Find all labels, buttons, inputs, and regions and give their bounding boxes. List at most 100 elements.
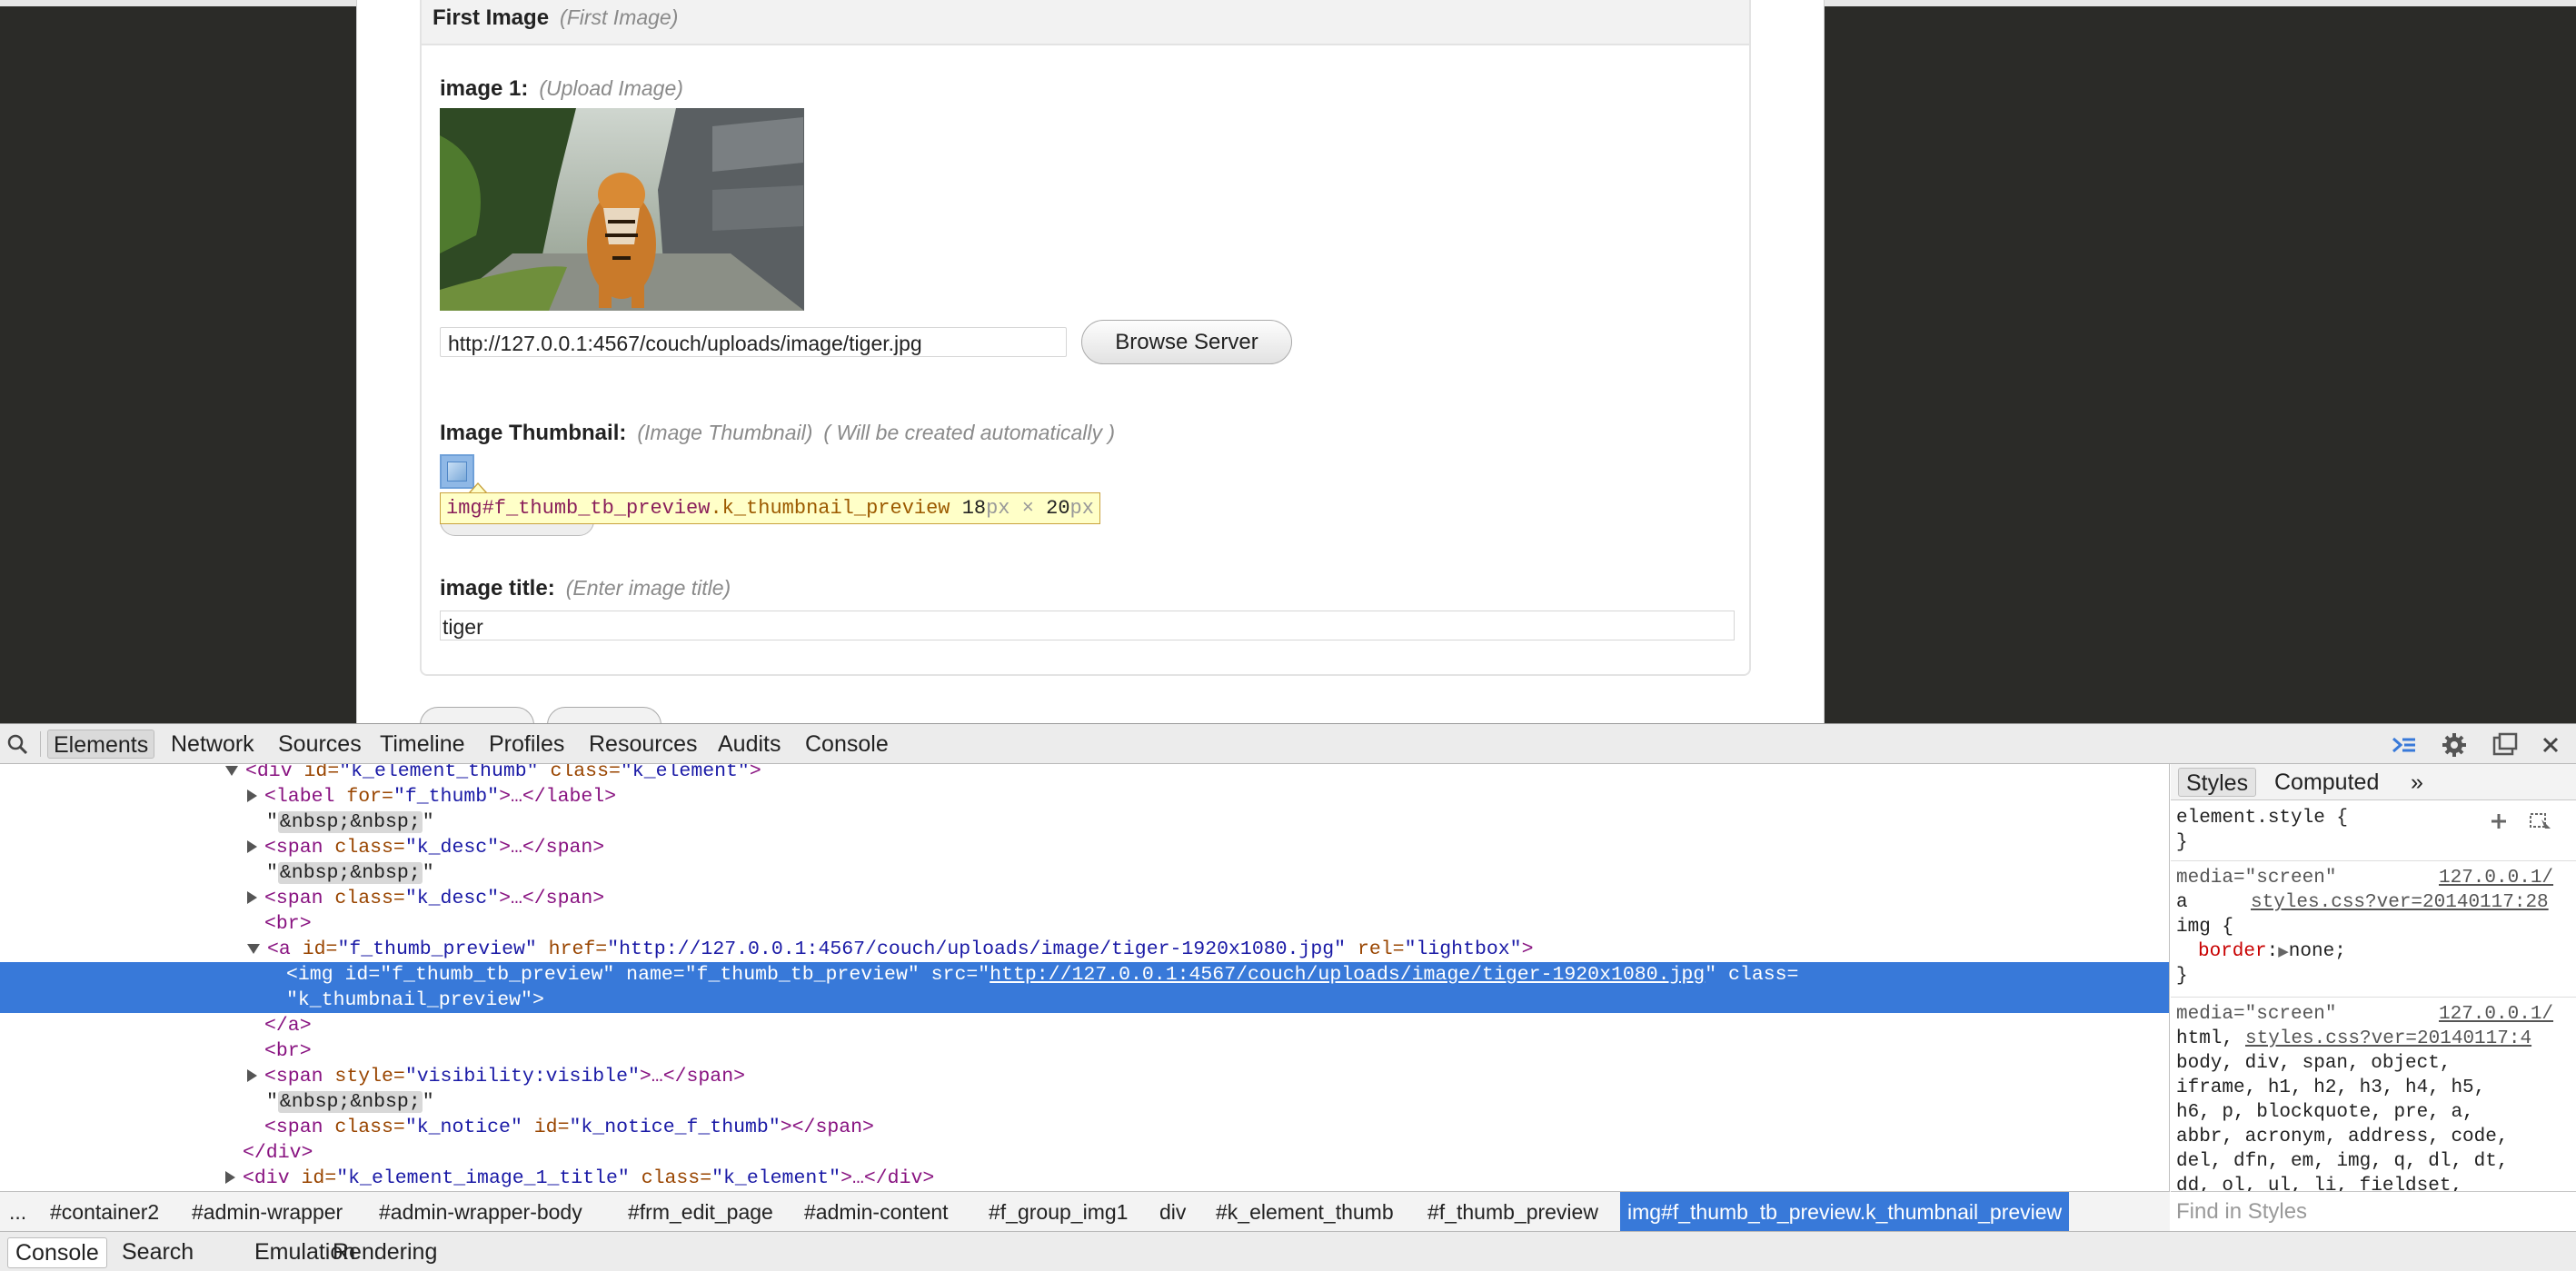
search-icon[interactable]	[6, 733, 28, 755]
drawer-toggle-icon[interactable]	[2390, 731, 2417, 759]
tab-audits[interactable]: Audits	[712, 730, 786, 759]
expand-triangle-icon[interactable]	[247, 891, 257, 905]
rule-selector[interactable]: abbr, acronym, address, code,	[2176, 1125, 2508, 1149]
collapse-triangle-icon[interactable]	[225, 765, 238, 776]
drawer-tab-search[interactable]: Search	[114, 1237, 201, 1268]
breadcrumb-item[interactable]: #admin-wrapper-body	[372, 1192, 590, 1231]
tab-elements[interactable]: Elements	[47, 730, 155, 759]
group-header: First Image (First Image)	[422, 0, 1749, 45]
tab-sources[interactable]: Sources	[273, 730, 367, 759]
rule-selector[interactable]: img {	[2176, 915, 2233, 939]
dom-line[interactable]: "&nbsp;&nbsp;"	[266, 809, 2169, 835]
breadcrumb-more[interactable]: ...	[2, 1192, 34, 1231]
tab-profiles[interactable]: Profiles	[483, 730, 570, 759]
tab-network[interactable]: Network	[165, 730, 260, 759]
breadcrumb-item[interactable]: #container2	[43, 1192, 166, 1231]
breadcrumb-active[interactable]: img#f_thumb_tb_preview.k_thumbnail_previ…	[1620, 1192, 2070, 1231]
tiger-image[interactable]	[440, 108, 804, 311]
breadcrumb-item[interactable]: #f_thumb_preview	[1420, 1192, 1606, 1231]
dom-line[interactable]: <span class="k_desc">…</span>	[247, 835, 2169, 860]
tab-computed[interactable]: Computed	[2267, 768, 2386, 797]
tooltip-width-unit: px	[986, 497, 1010, 520]
rule-selector[interactable]: body, div, span, object,	[2176, 1051, 2451, 1076]
image1-desc: (Upload Image)	[539, 76, 683, 100]
dock-icon[interactable]	[2491, 731, 2519, 759]
expand-triangle-icon[interactable]	[247, 840, 257, 854]
dom-line[interactable]: </a>	[264, 1013, 2169, 1038]
media-query: media="screen"	[2176, 1004, 2337, 1025]
breadcrumb-item[interactable]: #admin-wrapper	[184, 1192, 350, 1231]
dom-line[interactable]: <a id="f_thumb_preview" href="http://127…	[247, 937, 2169, 962]
element-state-icon[interactable]	[2529, 811, 2552, 831]
element-style-selector[interactable]: element.style {	[2176, 806, 2348, 830]
tab-resources[interactable]: Resources	[583, 730, 703, 759]
dom-line[interactable]: "&nbsp;&nbsp;"	[266, 1089, 2169, 1115]
style-source-link[interactable]: 127.0.0.1/	[2439, 866, 2553, 890]
tab-timeline[interactable]: Timeline	[374, 730, 471, 759]
dom-line[interactable]: <span class="k_desc">…</span>	[247, 886, 2169, 911]
css-property[interactable]: border:▶none;	[2198, 939, 2346, 965]
expand-triangle-icon[interactable]	[247, 789, 257, 803]
expand-triangle-icon[interactable]	[225, 1171, 235, 1185]
expand-triangle-icon[interactable]	[247, 1069, 257, 1083]
title-label-row: image title: (Enter image title)	[440, 576, 731, 601]
dom-line[interactable]: <br>	[264, 911, 2169, 937]
dom-line[interactable]: <span class="k_notice" id="k_notice_f_th…	[264, 1115, 2169, 1140]
style-source-link[interactable]: styles.css?ver=20140117:28	[2251, 890, 2549, 915]
devtools-toolbar: Elements Network Sources Timeline Profil…	[0, 724, 2576, 764]
add-rule-icon[interactable]	[2489, 811, 2509, 831]
dom-line[interactable]: <div id="k_element_image_1_title" class=…	[225, 1166, 2169, 1191]
rule-selector[interactable]: a	[2176, 890, 2188, 915]
rule-close-brace: }	[2176, 966, 2188, 987]
thumb-desc-auto: ( Will be created automatically )	[823, 421, 1116, 444]
rule-selector[interactable]: h6, p, blockquote, pre, a,	[2176, 1100, 2474, 1125]
dom-line[interactable]: <span style="visibility:visible">…</span…	[247, 1064, 2169, 1089]
image1-label-row: image 1: (Upload Image)	[440, 76, 683, 102]
dom-line[interactable]: <br>	[264, 1038, 2169, 1064]
find-in-styles-input[interactable]: Find in Styles	[2171, 1191, 2576, 1231]
breadcrumb-item[interactable]: #admin-content	[797, 1192, 956, 1231]
dom-line[interactable]: "&nbsp;&nbsp;"	[266, 860, 2169, 886]
dom-line[interactable]: </div>	[243, 1140, 2169, 1166]
element-hover-tooltip: img#f_thumb_tb_preview.k_thumbnail_previ…	[440, 492, 1100, 524]
tab-styles[interactable]: Styles	[2178, 768, 2257, 797]
style-source-link[interactable]: styles.css?ver=20140117:4	[2245, 1027, 2531, 1051]
rule-selector[interactable]: iframe, h1, h2, h3, h4, h5,	[2176, 1076, 2485, 1100]
tooltip-id: #f_thumb_tb_preview	[482, 497, 711, 520]
thumb-label: Image Thumbnail:	[440, 421, 627, 445]
rule-divider	[2171, 860, 2576, 861]
breadcrumb: ... #container2 #admin-wrapper #admin-wr…	[0, 1191, 2170, 1231]
breadcrumb-item[interactable]: #f_group_img1	[981, 1192, 1135, 1231]
image1-label: image 1:	[440, 76, 529, 101]
media-query: media="screen"	[2176, 868, 2337, 889]
tabs-overflow[interactable]: »	[2403, 768, 2431, 797]
dom-line[interactable]: <label for="f_thumb">…</label>	[247, 784, 2169, 809]
tooltip-height: 20	[1046, 497, 1070, 520]
breadcrumb-item[interactable]: div	[1152, 1192, 1193, 1231]
collapse-triangle-icon[interactable]	[247, 943, 260, 954]
view-button-partial[interactable]	[547, 707, 661, 723]
tab-console[interactable]: Console	[800, 730, 894, 759]
drawer-tab-rendering[interactable]: Rendering	[325, 1237, 444, 1268]
rule-close-brace: }	[2176, 832, 2188, 853]
drawer-tab-console[interactable]: Console	[7, 1237, 107, 1268]
rule-selector[interactable]: html,	[2176, 1027, 2233, 1051]
gear-icon[interactable]	[2441, 731, 2468, 759]
style-source-link[interactable]: 127.0.0.1/	[2439, 1002, 2553, 1027]
image1-url-field[interactable]: http://127.0.0.1:4567/couch/uploads/imag…	[440, 327, 1067, 357]
image-title-field[interactable]: tiger	[440, 611, 1735, 640]
selected-dom-node[interactable]: <img id="f_thumb_tb_preview" name="f_thu…	[0, 962, 2169, 1013]
tooltip-times: ×	[1021, 497, 1034, 520]
breadcrumb-item[interactable]: #k_element_thumb	[1208, 1192, 1401, 1231]
close-icon[interactable]	[2537, 731, 2564, 759]
rule-selector[interactable]: del, dfn, em, img, q, dl, dt,	[2176, 1149, 2508, 1174]
save-button-partial[interactable]	[420, 707, 534, 723]
dom-line[interactable]: <div id="k_element_thumb" class="k_eleme…	[225, 764, 2169, 784]
browse-server-button[interactable]: Browse Server	[1081, 320, 1292, 364]
src-link[interactable]: http://127.0.0.1:4567/couch/uploads/imag…	[990, 964, 1705, 986]
dom-tree: <div id="k_element_thumb" class="k_eleme…	[0, 764, 2170, 1191]
devtools-panel: Elements Network Sources Timeline Profil…	[0, 723, 2576, 1271]
breadcrumb-item[interactable]: #frm_edit_page	[621, 1192, 781, 1231]
group-desc: (First Image)	[560, 5, 679, 29]
tooltip-class: .k_thumbnail_preview	[710, 497, 950, 520]
